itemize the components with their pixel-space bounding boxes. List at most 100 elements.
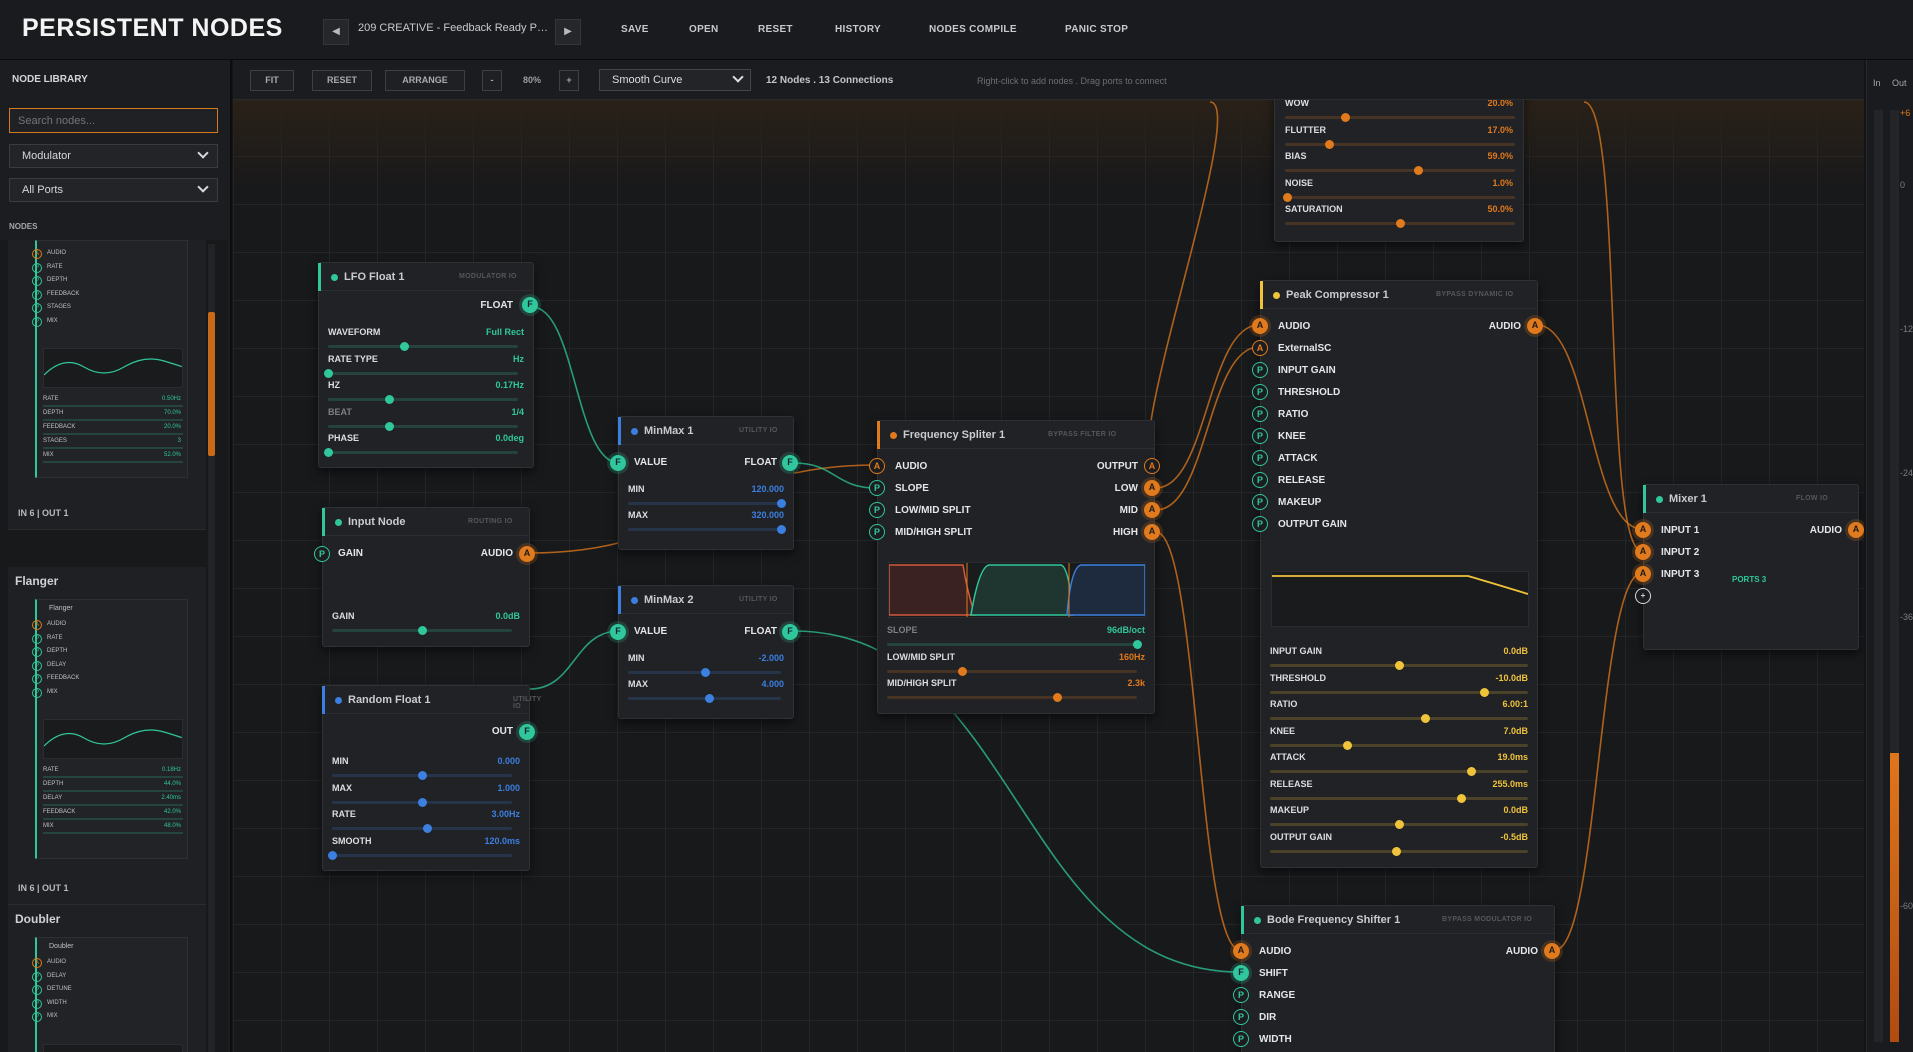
node-shifter[interactable]: Bode Frequency Shifter 1 BYPASS MODULATOR… [1233,905,1560,1052]
param-slider[interactable] [324,368,518,378]
connection-wire[interactable] [531,306,620,464]
param-slider[interactable] [887,693,1137,702]
param-slider[interactable] [887,640,1142,649]
float-out-port[interactable]: F [522,297,538,313]
connection-wire[interactable] [1155,346,1260,511]
input-port[interactable]: A [1635,522,1651,538]
output-port[interactable]: A [1144,480,1160,496]
param-slider[interactable] [328,850,512,860]
slider-knob[interactable] [777,525,786,534]
slider-knob[interactable] [324,368,333,378]
arrange-button[interactable]: ARRANGE [385,70,465,91]
out-port[interactable]: F [519,724,535,740]
slider-knob[interactable] [1343,740,1353,750]
input-port[interactable]: P [1252,450,1268,466]
slider-knob[interactable] [700,668,710,677]
prev-project-button[interactable]: ◀ [323,19,349,45]
connection-wire[interactable] [529,630,620,690]
output-port[interactable]: A [1144,458,1160,474]
slider-knob[interactable] [1395,661,1404,670]
param-slider[interactable] [328,395,518,404]
param-slider[interactable] [628,668,781,677]
node-canvas[interactable]: WOW 20.0% FLUTTER 17.0% BIAS 59.0% NOISE 1.0% SA… [233,60,1864,1052]
slider-knob[interactable] [777,499,786,508]
slider-knob[interactable] [423,824,433,833]
param-slider[interactable] [628,525,786,534]
input-port[interactable]: A [1252,318,1268,334]
input-port[interactable]: P [1252,516,1268,532]
param-slider[interactable] [332,824,512,833]
open-button[interactable]: OPEN [689,24,719,35]
scrollbar-thumb[interactable] [208,312,215,456]
audio-out-port[interactable]: A [1544,943,1560,959]
param-slider[interactable] [332,797,512,807]
param-slider[interactable] [332,771,512,780]
library-scrollbar[interactable] [208,244,215,1052]
library-card[interactable]: Doubler Doubler A AUDIO P DELAY P DETUNE P WIDTH P… [8,905,206,1052]
param-slider[interactable] [1270,820,1528,829]
add-port-button[interactable]: + [1635,588,1651,604]
slider-knob[interactable] [418,626,427,635]
slider-knob[interactable] [418,771,427,780]
input-port[interactable]: P [1252,472,1268,488]
node-splitter[interactable]: Frequency Spliter 1 BYPASS FILTER IO A AUDI… [869,420,1160,714]
library-list[interactable]: A AUDIO P RATE P DEPTH P FEEDBACK P STAGES P MIX RAT… [0,240,228,1052]
param-slider[interactable] [1270,846,1528,856]
slider-knob[interactable] [1420,714,1430,723]
connection-wire[interactable] [1536,324,1643,530]
input-port[interactable]: P [869,502,885,518]
slider-knob[interactable] [400,342,409,351]
node-compressor[interactable]: Peak Compressor 1 BYPASS DYNAMIC IO A AUDIO… [1252,280,1543,868]
input-port[interactable]: F [1233,965,1249,981]
input-port[interactable]: P [1252,428,1268,444]
slider-knob[interactable] [1324,139,1334,149]
input-port[interactable]: P [1252,406,1268,422]
zoom-in-button[interactable]: + [559,70,579,91]
slider-knob[interactable] [1480,687,1490,697]
history-button[interactable]: HISTORY [835,24,881,35]
connection-wire[interactable] [1155,324,1260,489]
input-port[interactable]: A [869,458,885,474]
slider-knob[interactable] [1467,767,1477,776]
zoom-out-button[interactable]: - [482,70,502,91]
input-port[interactable]: P [1233,1031,1249,1047]
audio-out-port[interactable]: A [1848,522,1864,538]
connection-wire[interactable] [1147,101,1219,466]
curve-style-select[interactable]: Smooth Curve [599,69,751,91]
slider-knob[interactable] [324,448,333,457]
library-card[interactable]: Flanger Flanger A AUDIO P RATE P DEPTH P DELAY P FE… [8,567,206,905]
slider-knob[interactable] [328,850,337,860]
search-input[interactable] [9,108,218,133]
param-slider[interactable] [1270,661,1528,670]
param-slider[interactable] [1270,793,1528,803]
slider-knob[interactable] [384,421,394,431]
node-input[interactable]: Input Node ROUTING IO P GAIN A AUDIO GAIN 0.0dB [314,507,535,647]
connection-wire[interactable] [1155,531,1241,951]
float-out-port[interactable]: F [782,455,798,471]
input-port[interactable]: A [1252,340,1268,356]
nodes-compile-button[interactable]: NODES COMPILE [929,24,1017,35]
reset-view-button[interactable]: RESET [312,70,372,91]
param-slider[interactable] [1283,192,1515,202]
param-slider[interactable] [628,694,781,703]
value-in-port[interactable]: F [610,624,626,640]
node-minmax2[interactable]: MinMax 2 UTILITY IO F VALUE F FLOAT MIN -2.000 M… [610,585,798,719]
param-slider[interactable] [887,667,1137,676]
node-random[interactable]: Random Float 1 UTILITY IO F OUT MIN 0.000 MAX 1… [322,685,541,871]
param-slider[interactable] [328,421,518,431]
slider-knob[interactable] [1395,820,1404,829]
param-slider[interactable] [1285,139,1515,149]
audio-out-port[interactable]: A [519,546,535,562]
connection-wire[interactable] [1583,101,1643,552]
input-port[interactable]: A [1233,943,1249,959]
input-port[interactable]: P [869,480,885,496]
node-lfo[interactable]: LFO Float 1 MODULATOR IO F FLOAT WAVEFORM Ful… [318,262,538,468]
save-button[interactable]: SAVE [621,24,649,35]
float-out-port[interactable]: F [782,624,798,640]
node-minmax1[interactable]: MinMax 1 UTILITY IO F VALUE F FLOAT MIN 120.000… [610,416,798,550]
slider-knob[interactable] [1133,640,1142,649]
slider-knob[interactable] [1283,192,1293,202]
slider-knob[interactable] [1053,693,1062,702]
input-port[interactable]: P [1252,362,1268,378]
next-project-button[interactable]: ▶ [555,19,581,45]
